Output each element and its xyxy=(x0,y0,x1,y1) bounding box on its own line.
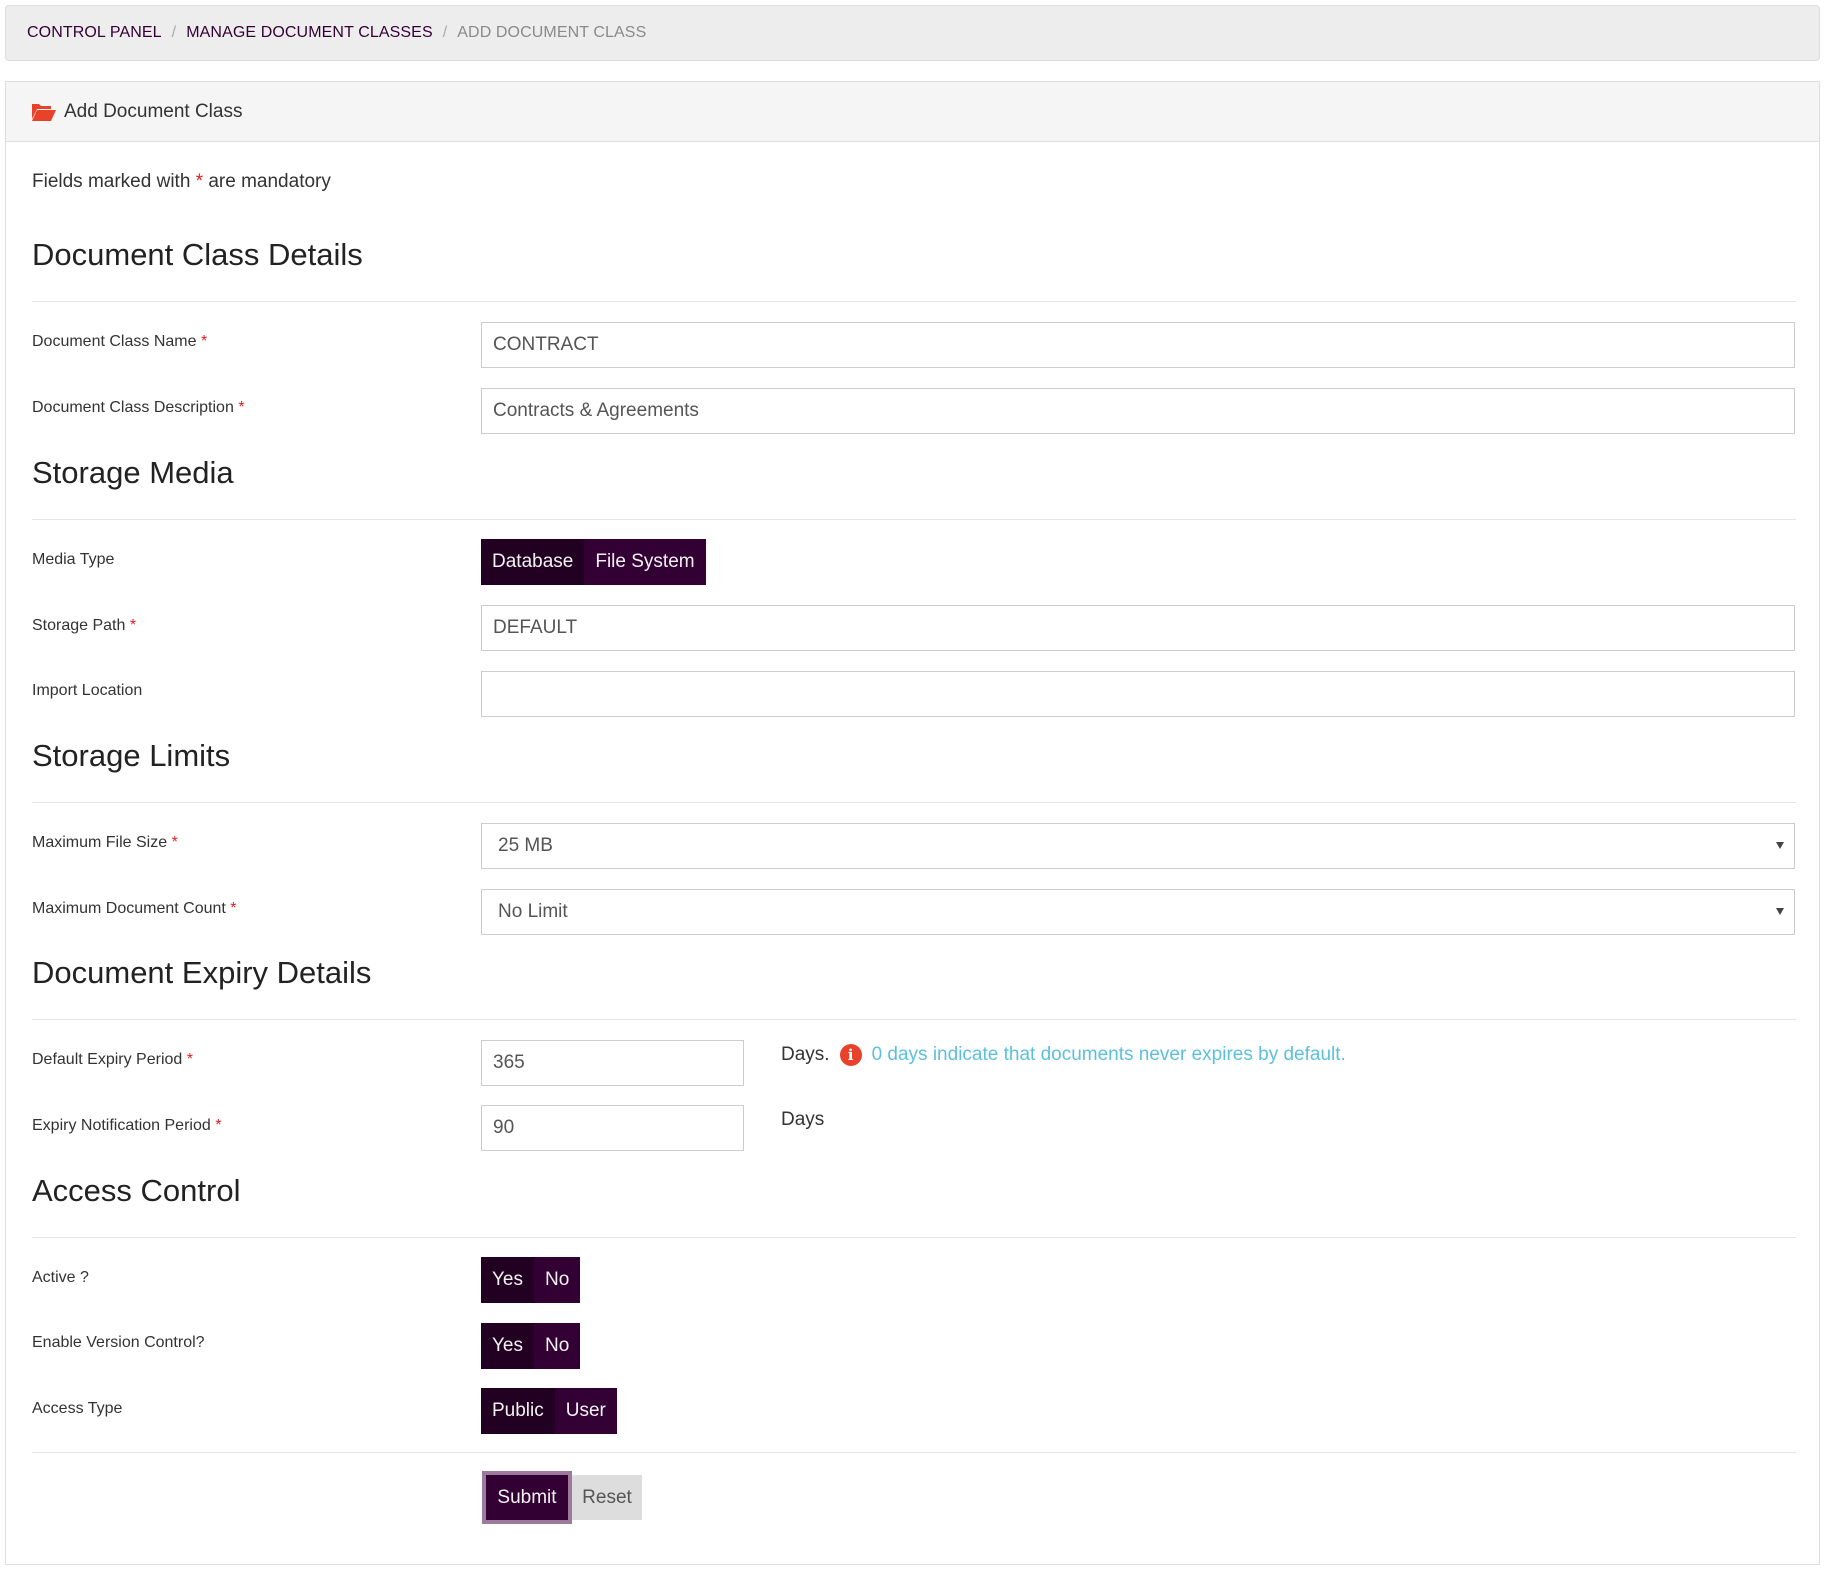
breadcrumb: CONTROL PANEL / MANAGE DOCUMENT CLASSES … xyxy=(5,5,1820,61)
mandatory-note: Fields marked with * are mandatory xyxy=(32,171,331,192)
media-type-file-system-button[interactable]: File System xyxy=(584,539,706,585)
breadcrumb-current: ADD DOCUMENT CLASS xyxy=(457,24,647,41)
reset-button[interactable]: Reset xyxy=(572,1475,642,1520)
folder-open-icon xyxy=(31,102,57,122)
section-title-expiry: Document Expiry Details xyxy=(32,955,372,990)
section-divider xyxy=(32,519,1796,520)
label-access-type: Access Type xyxy=(32,1400,123,1417)
required-asterisk: * xyxy=(195,171,204,192)
section-divider xyxy=(32,1019,1796,1020)
label-default-expiry-period: Default Expiry Period * xyxy=(32,1051,193,1068)
panel-title: Add Document Class xyxy=(64,100,243,122)
label-max-document-count: Maximum Document Count * xyxy=(32,900,237,917)
section-title-storage-media: Storage Media xyxy=(32,455,234,490)
label-expiry-notification-period: Expiry Notification Period * xyxy=(32,1117,222,1134)
max-file-size-select[interactable]: 25 MB xyxy=(481,823,1795,869)
breadcrumb-separator: / xyxy=(442,24,448,41)
label-max-file-size: Maximum File Size * xyxy=(32,834,178,851)
expiry-notification-period-input[interactable] xyxy=(481,1105,744,1151)
media-type-toggle: Database File System xyxy=(481,539,706,585)
label-enable-version-control: Enable Version Control? xyxy=(32,1334,205,1351)
days-unit-label: Days xyxy=(781,1109,825,1130)
breadcrumb-manage-document-classes[interactable]: MANAGE DOCUMENT CLASSES xyxy=(186,24,433,42)
access-type-toggle: Public User xyxy=(481,1388,617,1434)
version-control-toggle: Yes No xyxy=(481,1323,581,1369)
version-control-no-button[interactable]: No xyxy=(534,1323,581,1369)
max-document-count-select[interactable]: No Limit xyxy=(481,889,1795,935)
active-no-button[interactable]: No xyxy=(534,1257,581,1303)
active-yes-button[interactable]: Yes xyxy=(481,1257,534,1303)
access-type-public-button[interactable]: Public xyxy=(481,1388,555,1434)
breadcrumb-separator: / xyxy=(171,24,177,41)
label-import-location: Import Location xyxy=(32,682,143,699)
label-document-class-description: Document Class Description * xyxy=(32,399,245,416)
import-location-input[interactable] xyxy=(481,671,1795,717)
section-divider xyxy=(32,301,1796,302)
version-control-yes-button[interactable]: Yes xyxy=(481,1323,534,1369)
access-type-user-button[interactable]: User xyxy=(554,1388,617,1434)
label-storage-path: Storage Path * xyxy=(32,617,137,634)
section-title-details: Document Class Details xyxy=(32,237,363,272)
active-toggle: Yes No xyxy=(481,1257,581,1303)
form-panel: Add Document Class Fields marked with * … xyxy=(5,81,1820,1565)
document-class-description-input[interactable] xyxy=(481,388,1795,434)
max-document-count-value: No Limit xyxy=(498,901,568,922)
info-icon: i xyxy=(839,1044,862,1066)
chevron-down-icon xyxy=(1776,908,1784,915)
storage-path-input[interactable] xyxy=(481,605,1795,651)
label-document-class-name: Document Class Name * xyxy=(32,333,208,350)
chevron-down-icon xyxy=(1776,842,1784,849)
label-media-type: Media Type xyxy=(32,551,115,568)
expiry-hint: Days. i 0 days indicate that documents n… xyxy=(781,1044,1346,1066)
section-divider xyxy=(32,1237,1796,1238)
actions-divider xyxy=(32,1452,1796,1453)
default-expiry-period-input[interactable] xyxy=(481,1040,744,1086)
days-unit-label: Days. xyxy=(781,1044,830,1065)
media-type-database-button[interactable]: Database xyxy=(481,539,585,585)
section-title-storage-limits: Storage Limits xyxy=(32,738,231,773)
document-class-name-input[interactable] xyxy=(481,322,1795,368)
expiry-help-text: 0 days indicate that documents never exp… xyxy=(871,1044,1346,1065)
section-divider xyxy=(32,802,1796,803)
label-active: Active ? xyxy=(32,1269,89,1286)
breadcrumb-control-panel[interactable]: CONTROL PANEL xyxy=(27,24,162,42)
max-file-size-value: 25 MB xyxy=(498,835,553,856)
submit-button[interactable]: Submit xyxy=(482,1471,572,1524)
panel-header: Add Document Class xyxy=(6,82,1819,142)
section-title-access-control: Access Control xyxy=(32,1173,241,1208)
